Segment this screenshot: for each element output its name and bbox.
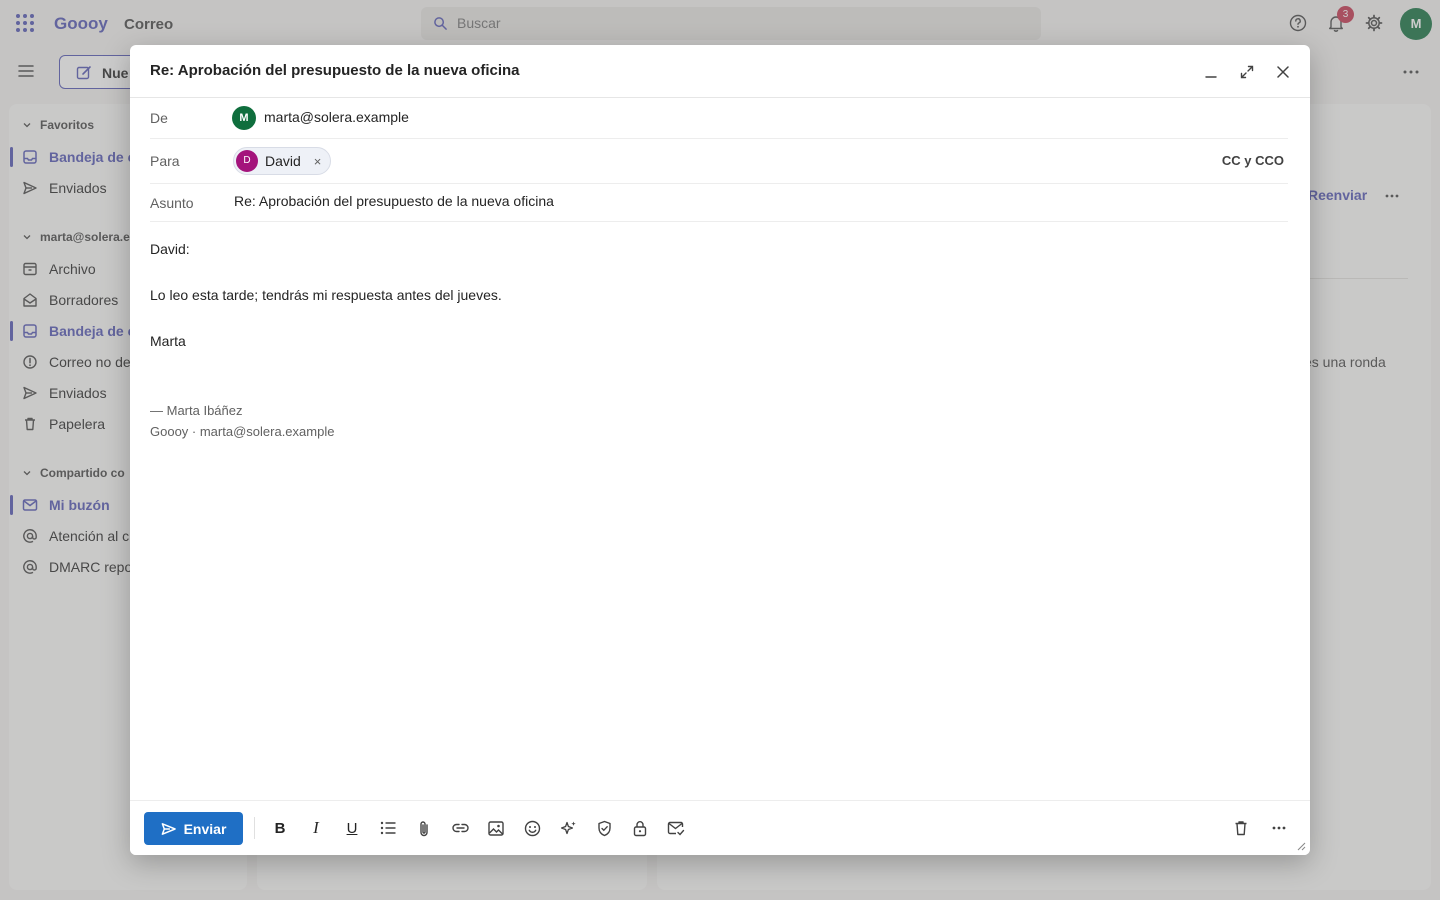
from-address[interactable]: marta@solera.example — [264, 109, 409, 125]
from-row: De M marta@solera.example — [150, 98, 1288, 139]
emoji-icon[interactable] — [522, 818, 542, 838]
attach-icon[interactable] — [414, 818, 434, 838]
close-icon[interactable] — [1272, 61, 1294, 83]
compose-header: Re: Aprobación del presupuesto de la nue… — [130, 45, 1310, 98]
compose-dialog: Re: Aprobación del presupuesto de la nue… — [130, 45, 1310, 855]
bullet-list-icon[interactable] — [378, 818, 398, 838]
body-closing[interactable]: Marta — [150, 333, 186, 349]
toolbar-divider — [254, 817, 255, 839]
underline-button[interactable]: U — [342, 818, 362, 838]
shield-icon[interactable] — [594, 818, 614, 838]
compose-title: Re: Aprobación del presupuesto de la nue… — [150, 62, 520, 79]
remove-recipient-icon[interactable]: × — [314, 154, 322, 169]
resize-handle-icon[interactable] — [1297, 842, 1306, 851]
sender-avatar: M — [232, 106, 256, 130]
recipient-name: David — [265, 153, 301, 169]
subject-label: Asunto — [150, 195, 194, 211]
image-icon[interactable] — [486, 818, 506, 838]
sparkle-icon[interactable] — [558, 818, 578, 838]
body-greeting[interactable]: David: — [150, 241, 190, 257]
italic-button[interactable]: I — [306, 818, 326, 838]
more-icon[interactable] — [1269, 818, 1289, 838]
subject-input[interactable]: Re: Aprobación del presupuesto de la nue… — [234, 193, 554, 209]
expand-icon[interactable] — [1236, 61, 1258, 83]
minimize-icon[interactable] — [1200, 61, 1222, 83]
send-icon — [161, 822, 176, 835]
cc-bcc-button[interactable]: CC y CCO — [1222, 153, 1284, 168]
signature-name: — Marta Ibáñez — [150, 403, 243, 418]
send-label: Enviar — [183, 820, 227, 837]
send-button[interactable]: Enviar — [144, 812, 243, 845]
recipient-chip[interactable]: D David × — [233, 147, 332, 175]
from-label: De — [150, 110, 168, 126]
bold-button[interactable]: B — [270, 818, 290, 838]
to-label: Para — [150, 153, 180, 169]
body-line[interactable]: Lo leo esta tarde; tendrás mi respuesta … — [150, 287, 502, 303]
to-row: Para D David × CC y CCO — [150, 139, 1288, 184]
subject-row: Asunto Re: Aprobación del presupuesto de… — [150, 184, 1288, 222]
compose-toolbar: Enviar B I U — [130, 800, 1310, 855]
link-icon[interactable] — [450, 818, 470, 838]
recipient-avatar: D — [236, 150, 258, 172]
trash-icon[interactable] — [1231, 818, 1251, 838]
signature-line: Goooy · marta@solera.example — [150, 424, 335, 439]
read-receipt-icon[interactable] — [666, 818, 686, 838]
lock-icon[interactable] — [630, 818, 650, 838]
